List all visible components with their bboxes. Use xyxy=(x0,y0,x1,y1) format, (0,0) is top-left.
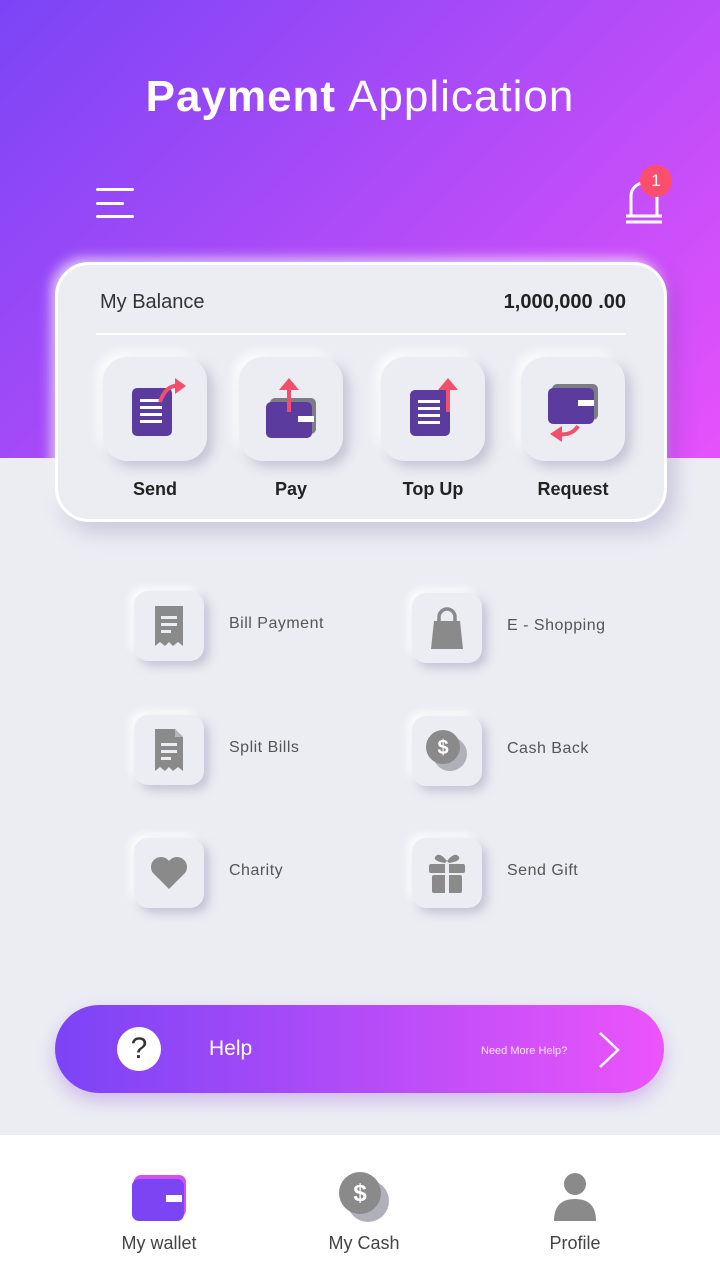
shopping-bag-icon xyxy=(412,593,482,663)
send-gift-label: Send Gift xyxy=(507,862,579,879)
page-title: Payment Application xyxy=(0,72,720,122)
pay-label: Pay xyxy=(274,479,308,499)
menu-line xyxy=(96,188,134,191)
question-icon: ? xyxy=(117,1027,161,1071)
e-shopping-label: E - Shopping xyxy=(507,617,606,634)
e-shopping-button[interactable]: E - Shopping xyxy=(412,593,672,665)
help-button[interactable]: ? Help Need More Help? xyxy=(55,1005,664,1093)
gift-icon xyxy=(412,838,482,908)
top-up-button[interactable]: Top Up xyxy=(381,357,485,500)
wallet-pay-icon xyxy=(239,357,343,461)
bill-payment-button[interactable]: Bill Payment xyxy=(134,591,394,663)
request-label: Request xyxy=(537,479,609,499)
help-subtitle: Need More Help? xyxy=(481,1045,568,1057)
svg-text:$: $ xyxy=(437,737,448,759)
menu-line xyxy=(96,201,124,205)
nav-my-wallet-label: My wallet xyxy=(121,1233,197,1253)
send-gift-button[interactable]: Send Gift xyxy=(412,838,672,910)
svg-text:$: $ xyxy=(353,1180,367,1207)
nav-profile-label: Profile xyxy=(549,1233,601,1253)
split-bills-button[interactable]: Split Bills xyxy=(134,715,394,787)
hamburger-menu-icon[interactable] xyxy=(96,188,136,218)
title-light: Application xyxy=(348,72,575,121)
user-icon xyxy=(505,1169,645,1225)
cash-back-label: Cash Back xyxy=(507,740,589,757)
nav-profile[interactable]: Profile xyxy=(505,1169,645,1254)
top-up-label: Top Up xyxy=(402,479,464,499)
heart-icon xyxy=(134,838,204,908)
document-send-icon xyxy=(103,357,207,461)
bill-payment-label: Bill Payment xyxy=(229,615,324,632)
receipt-icon xyxy=(134,591,204,661)
wallet-icon xyxy=(89,1169,229,1225)
menu-line xyxy=(96,215,134,218)
split-bill-icon xyxy=(134,715,204,785)
nav-my-cash-label: My Cash xyxy=(328,1233,400,1253)
send-label: Send xyxy=(132,479,177,499)
balance-card: My Balance 1,000,000 .00 Send Pay Top Up… xyxy=(55,262,667,522)
coin-icon: $ xyxy=(294,1169,434,1225)
notification-badge: 1 xyxy=(640,165,672,197)
bottom-nav: My wallet $ My Cash Profile xyxy=(0,1135,720,1280)
charity-button[interactable]: Charity xyxy=(134,838,394,910)
charity-label: Charity xyxy=(229,862,284,879)
nav-my-wallet[interactable]: My wallet xyxy=(89,1169,229,1254)
split-bills-label: Split Bills xyxy=(229,739,300,756)
balance-label: My Balance xyxy=(100,291,205,313)
coin-icon: $ xyxy=(412,716,482,786)
chevron-right-icon xyxy=(597,1031,621,1069)
wallet-request-icon xyxy=(521,357,625,461)
document-topup-icon xyxy=(381,357,485,461)
divider xyxy=(96,333,626,335)
title-bold: Payment xyxy=(145,72,337,121)
pay-button[interactable]: Pay xyxy=(239,357,343,500)
request-button[interactable]: Request xyxy=(521,357,625,500)
cash-back-button[interactable]: $ Cash Back xyxy=(412,716,672,788)
send-button[interactable]: Send xyxy=(103,357,207,500)
nav-my-cash[interactable]: $ My Cash xyxy=(294,1169,434,1254)
help-label: Help xyxy=(209,1037,253,1060)
balance-value: 1,000,000 .00 xyxy=(503,291,626,313)
